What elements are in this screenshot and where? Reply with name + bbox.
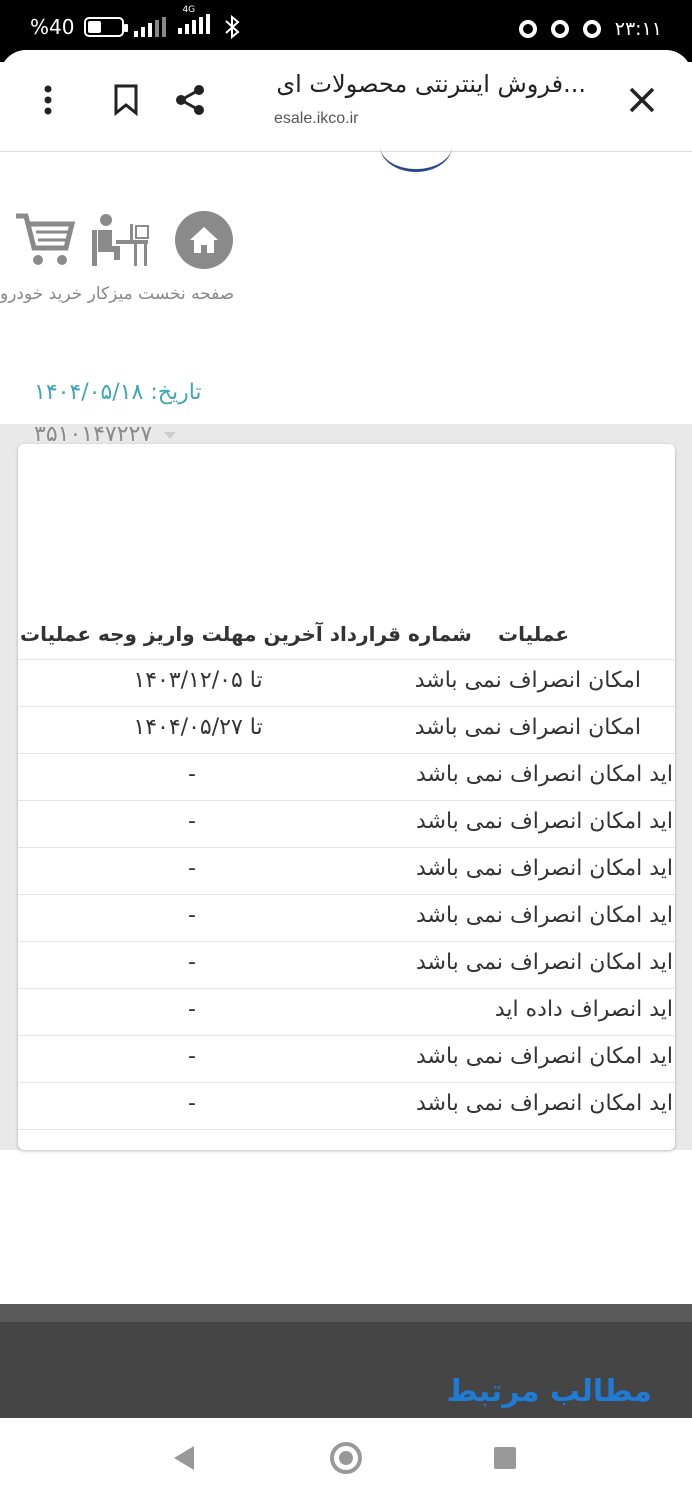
signal-icon	[134, 16, 167, 37]
home-button-icon[interactable]	[330, 1442, 362, 1474]
row-status: اید امکان انصراف نمی باشد	[415, 809, 673, 834]
table-row: تا ۱۴۰۴/۰۵/۲۷ امکان انصراف نمی باشد	[18, 707, 675, 754]
table-header: شماره قرارداد آخرین مهلت واریز وجه عملیا…	[18, 610, 675, 660]
chrome-notification-icon	[582, 20, 601, 38]
home-link[interactable]	[174, 210, 234, 270]
row-deadline: -	[188, 809, 196, 834]
row-deadline: -	[188, 856, 196, 881]
row-status: اید امکان انصراف نمی باشد	[415, 1044, 673, 1069]
row-status: امکان انصراف نمی باشد	[414, 668, 641, 693]
table-row: - اید امکان انصراف نمی باشد	[18, 1083, 675, 1130]
related-posts-heading[interactable]: مطالب مرتبط	[447, 1374, 652, 1409]
system-nav-bar	[0, 1418, 692, 1500]
chrome-notification-icon	[518, 20, 537, 38]
row-deadline: -	[188, 1044, 196, 1069]
header-deadline: شماره قرارداد آخرین مهلت واریز وجه عملیا…	[20, 622, 472, 646]
chrome-notification-icon	[550, 20, 569, 38]
page-url: esale.ikco.ir	[274, 110, 359, 127]
table-row: - اید امکان انصراف نمی باشد	[18, 801, 675, 848]
row-deadline: -	[188, 997, 196, 1022]
table-row: - اید امکان انصراف نمی باشد	[18, 942, 675, 989]
battery-icon	[84, 16, 129, 37]
share-icon[interactable]	[170, 80, 210, 120]
contracts-table-card: شماره قرارداد آخرین مهلت واریز وجه عملیا…	[18, 444, 675, 1150]
buy-car-link[interactable]	[14, 210, 76, 268]
browser-toolbar: فروش اینترنتی محصولات ای... esale.ikco.i…	[0, 50, 692, 152]
header-operations: عملیات	[498, 622, 570, 646]
row-deadline: -	[188, 1091, 196, 1116]
table-row: - اید امکان انصراف نمی باشد	[18, 895, 675, 942]
page-title: فروش اینترنتی محصولات ای...	[276, 70, 586, 98]
home-icon	[175, 211, 233, 269]
date-label: تاریخ: ۱۴۰۴/۰۵/۱۸	[34, 380, 202, 405]
row-deadline: -	[188, 762, 196, 787]
table-row: تا ۱۴۰۳/۱۲/۰۵ امکان انصراف نمی باشد	[18, 660, 675, 707]
row-status: امکان انصراف نمی باشد	[414, 715, 641, 740]
table-row: - اید امکان انصراف نمی باشد	[18, 1036, 675, 1083]
desk-icon	[92, 214, 149, 266]
recents-icon[interactable]	[494, 1447, 516, 1469]
table-row: - اید امکان انصراف نمی باشد	[18, 848, 675, 895]
bookmark-icon[interactable]	[106, 80, 146, 120]
quick-nav-labels: صفحه نخست میزکار خرید خودرو	[0, 284, 235, 304]
cart-icon	[16, 213, 76, 265]
signal-4g-icon: 4G	[178, 5, 214, 39]
desk-link[interactable]	[90, 210, 150, 268]
row-deadline: -	[188, 950, 196, 975]
row-deadline: -	[188, 903, 196, 928]
back-icon[interactable]	[174, 1446, 194, 1470]
row-status: اید انصراف داده اید	[494, 997, 673, 1022]
battery-percent: %40	[30, 14, 75, 39]
table-row: - اید امکان انصراف نمی باشد	[18, 754, 675, 801]
more-menu-icon[interactable]	[28, 80, 68, 120]
site-logo	[380, 120, 452, 172]
row-deadline: تا ۱۴۰۴/۰۵/۲۷	[133, 715, 263, 740]
row-status: اید امکان انصراف نمی باشد	[415, 1091, 673, 1116]
status-left: %40 4G	[30, 5, 240, 39]
row-deadline: تا ۱۴۰۳/۱۲/۰۵	[133, 668, 263, 693]
clock: ۲۳:۱۱	[614, 18, 662, 40]
status-right: ۲۳:۱۱	[518, 18, 662, 40]
row-status: اید امکان انصراف نمی باشد	[415, 950, 673, 975]
close-icon[interactable]	[622, 80, 662, 120]
row-status: اید امکان انصراف نمی باشد	[415, 856, 673, 881]
row-status: اید امکان انصراف نمی باشد	[415, 762, 673, 787]
table-row: - اید انصراف داده اید	[18, 989, 675, 1036]
chevron-down-icon	[164, 432, 176, 439]
row-status: اید امکان انصراف نمی باشد	[415, 903, 673, 928]
bluetooth-icon	[225, 14, 240, 39]
